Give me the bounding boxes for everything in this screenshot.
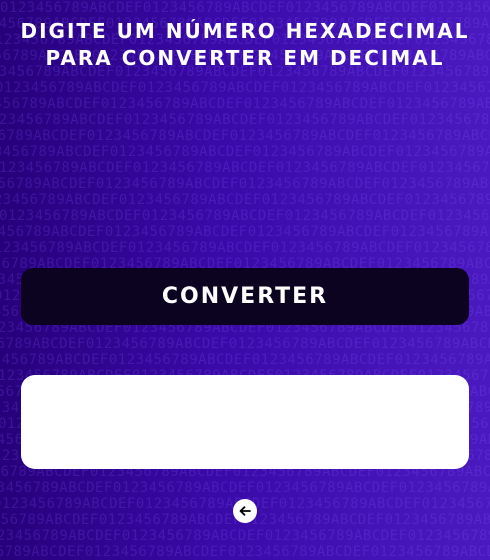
background-hex-line: 0123456789ABCDEF0123456789ABCDEF01234567… [0, 528, 490, 544]
back-button[interactable] [233, 499, 257, 523]
background-hex-line: 0123456789ABCDEF0123456789ABCDEF01234567… [0, 240, 490, 256]
page-title: DIGITE UM NÚMERO HEXADECIMAL PARA CONVER… [0, 18, 490, 72]
background-hex-line: 0123456789ABCDEF0123456789ABCDEF01234567… [0, 128, 490, 144]
background-hex-line: 0123456789ABCDEF0123456789ABCDEF01234567… [0, 336, 490, 352]
background-hex-line: 0123456789ABCDEF0123456789ABCDEF01234567… [0, 112, 490, 128]
background-hex-line: 0123456789ABCDEF0123456789ABCDEF01234567… [0, 80, 490, 96]
result-output [21, 375, 469, 469]
background-hex-line: 0123456789ABCDEF0123456789ABCDEF01234567… [0, 96, 490, 112]
background-hex-line: 0123456789ABCDEF0123456789ABCDEF01234567… [0, 352, 490, 368]
title-line-1: DIGITE UM NÚMERO HEXADECIMAL [20, 19, 470, 43]
background-hex-line: 0123456789ABCDEF0123456789ABCDEF01234567… [0, 176, 490, 192]
background-hex-line: 0123456789ABCDEF0123456789ABCDEF01234567… [0, 480, 490, 496]
convert-button[interactable]: CONVERTER [21, 268, 469, 325]
background-hex-line: 0123456789ABCDEF0123456789ABCDEF01234567… [0, 208, 490, 224]
background-hex-line: 0123456789ABCDEF0123456789ABCDEF01234567… [0, 544, 490, 560]
arrow-left-icon [239, 506, 251, 516]
background-hex-line: 0123456789ABCDEF0123456789ABCDEF01234567… [0, 0, 490, 16]
background-hex-line: 0123456789ABCDEF0123456789ABCDEF01234567… [0, 160, 490, 176]
background-hex-line: 0123456789ABCDEF0123456789ABCDEF01234567… [0, 224, 490, 240]
background-hex-line: 0123456789ABCDEF0123456789ABCDEF01234567… [0, 192, 490, 208]
background-hex-line: 0123456789ABCDEF0123456789ABCDEF01234567… [0, 144, 490, 160]
title-line-2: PARA CONVERTER EM DECIMAL [45, 46, 445, 70]
